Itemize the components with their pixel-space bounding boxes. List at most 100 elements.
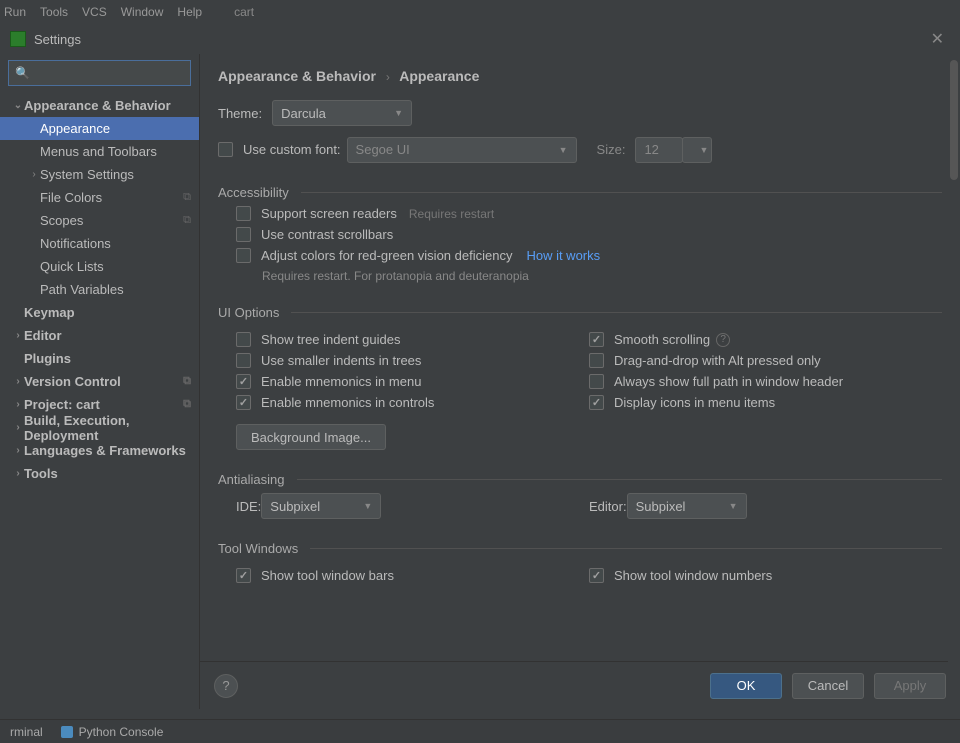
ui-option-checkbox[interactable]: Smooth scrolling? [589, 332, 942, 347]
sidebar-item-label: Plugins [24, 351, 199, 366]
aa-ide-label: IDE: [236, 499, 261, 514]
font-value: Segoe UI [356, 142, 410, 157]
support-screen-readers-checkbox[interactable]: Support screen readers Requires restart [236, 206, 942, 221]
sidebar-item-label: Editor [24, 328, 199, 343]
sidebar-item-label: Appearance [40, 121, 199, 136]
theme-value: Darcula [281, 106, 326, 121]
use-custom-font-checkbox[interactable]: Use custom font: [218, 142, 341, 157]
color-deficiency-hint: Requires restart. For protanopia and deu… [262, 269, 942, 283]
sidebar-item-label: Scopes [40, 213, 183, 228]
sidebar-item-keymap[interactable]: Keymap [0, 301, 199, 324]
help-button[interactable]: ? [214, 674, 238, 698]
appearance-panel: Theme: Darcula ▼ Use custom font: Segoe … [200, 90, 960, 661]
breadcrumb-parent[interactable]: Appearance & Behavior [218, 68, 376, 84]
color-deficiency-checkbox[interactable]: Adjust colors for red-green vision defic… [236, 248, 942, 263]
aa-editor-select[interactable]: Subpixel ▼ [627, 493, 747, 519]
sidebar-item-appearance[interactable]: Appearance [0, 117, 199, 140]
ui-option-checkbox[interactable]: Enable mnemonics in controls [236, 395, 589, 410]
menu-item[interactable]: VCS [82, 5, 107, 19]
settings-sidebar: 🔍 ⌄Appearance & Behavior Appearance Menus … [0, 54, 200, 709]
terminal-tab[interactable]: rminal [10, 725, 43, 739]
sidebar-item-system-settings[interactable]: ›System Settings [0, 163, 199, 186]
dialog-title-bar: Settings ✕ [0, 24, 960, 54]
apply-button[interactable]: Apply [874, 673, 946, 699]
status-bar: rminal Python Console [0, 719, 960, 743]
scheme-icon: ⧉ [183, 375, 191, 388]
theme-label: Theme: [218, 106, 262, 121]
sidebar-item-label: Quick Lists [40, 259, 199, 274]
dialog-title: Settings [34, 32, 81, 47]
show-tool-window-bars-checkbox[interactable]: Show tool window bars [236, 568, 589, 583]
scrollbar[interactable] [948, 54, 960, 709]
app-icon [10, 31, 26, 47]
close-icon[interactable]: ✕ [925, 27, 950, 51]
cancel-button[interactable]: Cancel [792, 673, 864, 699]
font-size-value: 12 [644, 142, 658, 157]
menu-item[interactable]: Tools [40, 5, 68, 19]
sidebar-item-languages-frameworks[interactable]: ›Languages & Frameworks [0, 439, 199, 462]
ok-button[interactable]: OK [710, 673, 782, 699]
chevron-right-icon: › [12, 422, 24, 433]
sidebar-item-notifications[interactable]: Notifications [0, 232, 199, 255]
search-input[interactable] [34, 66, 210, 81]
sidebar-item-build-execution-deployment[interactable]: ›Build, Execution, Deployment [0, 416, 199, 439]
chevron-right-icon: › [12, 445, 24, 456]
how-it-works-link[interactable]: How it works [526, 248, 600, 263]
sidebar-item-version-control[interactable]: ›Version Control⧉ [0, 370, 199, 393]
sidebar-item-appearance-behavior[interactable]: ⌄Appearance & Behavior [0, 94, 199, 117]
theme-select[interactable]: Darcula ▼ [272, 100, 412, 126]
sidebar-item-quick-lists[interactable]: Quick Lists [0, 255, 199, 278]
font-size-stepper[interactable]: ▼ [682, 137, 712, 163]
sidebar-item-editor[interactable]: ›Editor [0, 324, 199, 347]
sidebar-item-label: Keymap [24, 305, 199, 320]
sidebar-item-label: Notifications [40, 236, 199, 251]
python-icon [61, 726, 73, 738]
ui-option-checkbox[interactable]: Display icons in menu items [589, 395, 942, 410]
chevron-down-icon: ⌄ [12, 100, 24, 111]
sidebar-item-label: Appearance & Behavior [24, 98, 199, 113]
ui-option-checkbox[interactable]: Use smaller indents in trees [236, 353, 589, 368]
sidebar-item-menus-and-toolbars[interactable]: Menus and Toolbars [0, 140, 199, 163]
help-icon[interactable]: ? [716, 333, 730, 347]
scrollbar-thumb[interactable] [950, 60, 958, 180]
sidebar-item-label: Version Control [24, 374, 183, 389]
scheme-icon: ⧉ [183, 191, 191, 204]
chevron-right-icon: › [12, 376, 24, 387]
chevron-down-icon: ▼ [729, 501, 738, 511]
font-size-input[interactable]: 12 [635, 137, 683, 163]
tool-windows-section-title: Tool Windows [218, 541, 942, 556]
sidebar-item-path-variables[interactable]: Path Variables [0, 278, 199, 301]
settings-tree[interactable]: ⌄Appearance & Behavior Appearance Menus an… [0, 94, 199, 709]
contrast-scrollbars-checkbox[interactable]: Use contrast scrollbars [236, 227, 942, 242]
menu-item[interactable]: Run [4, 5, 26, 19]
scheme-icon: ⧉ [183, 398, 191, 411]
font-size-label: Size: [597, 142, 626, 157]
aa-editor-label: Editor: [589, 499, 627, 514]
aa-ide-select[interactable]: Subpixel ▼ [261, 493, 381, 519]
sidebar-item-scopes[interactable]: Scopes⧉ [0, 209, 199, 232]
background-image-button[interactable]: Background Image... [236, 424, 386, 450]
sidebar-item-file-colors[interactable]: File Colors⧉ [0, 186, 199, 209]
ui-option-checkbox[interactable]: Always show full path in window header [589, 374, 942, 389]
python-console-tab[interactable]: Python Console [61, 725, 164, 739]
ui-option-checkbox[interactable]: Show tree indent guides [236, 332, 589, 347]
font-select[interactable]: Segoe UI ▼ [347, 137, 577, 163]
chevron-right-icon: › [12, 399, 24, 410]
show-tool-window-numbers-checkbox[interactable]: Show tool window numbers [589, 568, 942, 583]
settings-search[interactable]: 🔍 [8, 60, 191, 86]
breadcrumb-separator: › [386, 70, 390, 84]
menu-item[interactable]: Help [177, 5, 202, 19]
ui-option-checkbox[interactable]: Drag-and-drop with Alt pressed only [589, 353, 942, 368]
scheme-icon: ⧉ [183, 214, 191, 227]
sidebar-item-label: Tools [24, 466, 199, 481]
ui-option-checkbox[interactable]: Enable mnemonics in menu [236, 374, 589, 389]
chevron-down-icon: ▼ [699, 145, 708, 155]
settings-content: Appearance & Behavior › Appearance Theme… [200, 54, 960, 709]
accessibility-section-title: Accessibility [218, 185, 942, 200]
sidebar-item-plugins[interactable]: Plugins [0, 347, 199, 370]
sidebar-item-tools[interactable]: ›Tools [0, 462, 199, 485]
project-name: cart [234, 5, 254, 19]
sidebar-item-label: Build, Execution, Deployment [24, 413, 199, 443]
menu-item[interactable]: Window [121, 5, 164, 19]
use-custom-font-label: Use custom font: [243, 142, 341, 157]
